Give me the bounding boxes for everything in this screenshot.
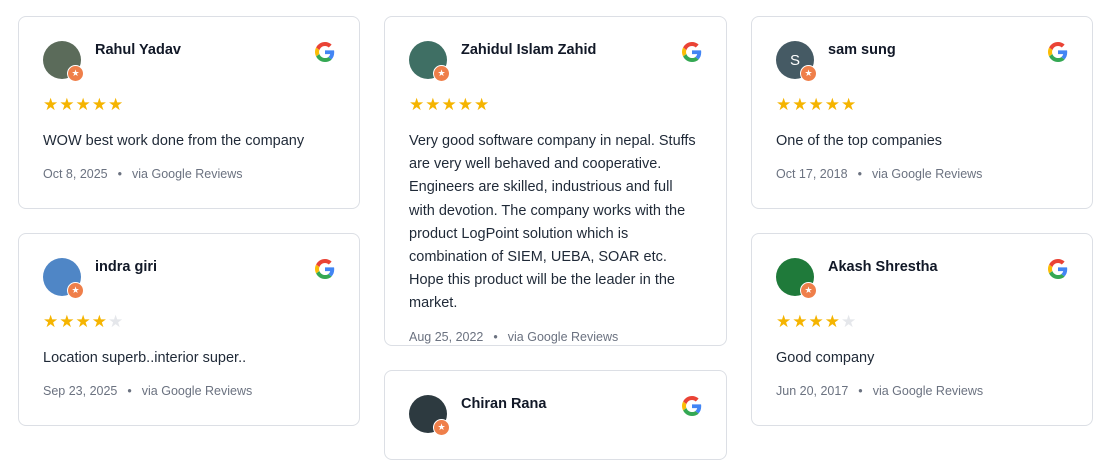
star-icon: ★ <box>808 95 824 114</box>
star-icon: ★ <box>75 312 91 331</box>
star-icon: ★ <box>824 312 840 331</box>
star-icon: ★ <box>91 95 107 114</box>
reviewer-name: Rahul Yadav <box>95 42 181 58</box>
review-source: via Google Reviews <box>872 384 984 399</box>
avatar: S ★ <box>776 41 817 82</box>
review-text: One of the top companies <box>776 133 943 149</box>
review-date: Oct 8, 2025 <box>43 167 108 182</box>
star-icon: ★ <box>75 95 91 114</box>
rating-stars: ★ ★ ★ ★ ★ <box>776 96 1068 114</box>
review-meta: Oct 17, 2018 • via Google Reviews <box>776 167 983 182</box>
google-icon <box>682 42 702 62</box>
star-icon: ★ <box>91 312 107 331</box>
star-icon: ★ <box>824 95 840 114</box>
star-icon: ★ <box>841 95 857 114</box>
reviewer-badge-icon: ★ <box>800 282 817 299</box>
reviewer-name: sam sung <box>828 42 896 58</box>
reviewer-badge-icon: ★ <box>433 419 450 436</box>
review-card: ★ Rahul Yadav ★ ★ ★ ★ ★ WOW best work done f… <box>18 16 360 209</box>
rating-stars: ★ ★ ★ ★ ★ <box>409 96 702 114</box>
avatar: ★ <box>43 41 84 82</box>
star-icon: ★ <box>59 312 75 331</box>
avatar-initial: S <box>789 51 800 69</box>
star-icon: ★ <box>59 95 75 114</box>
star-icon: ★ <box>808 312 824 331</box>
star-icon: ★ <box>43 95 59 114</box>
star-icon: ★ <box>43 312 59 331</box>
star-icon: ★ <box>776 312 792 331</box>
review-meta: Oct 8, 2025 • via Google Reviews <box>43 167 243 182</box>
reviewer-badge-icon: ★ <box>800 65 817 82</box>
avatar: ★ <box>776 258 817 299</box>
reviewer-name: indra giri <box>95 259 158 275</box>
star-icon: ★ <box>108 95 124 114</box>
star-empty-icon: ★ <box>108 312 124 331</box>
reviewer-name: Chiran Rana <box>461 396 547 412</box>
review-meta: Sep 23, 2025 • via Google Reviews <box>43 384 253 399</box>
star-icon: ★ <box>792 95 808 114</box>
review-text: Location superb..interior super.. <box>43 350 247 366</box>
review-date: Jun 20, 2017 <box>776 384 849 399</box>
reviewer-name: Akash Shrestha <box>828 259 938 275</box>
review-card: ★ indra giri ★ ★ ★ ★ ★ Location superb..inte… <box>18 233 360 426</box>
review-card: ★ Akash Shrestha ★ ★ ★ ★ ★ Good company Jun … <box>751 233 1093 426</box>
star-empty-icon: ★ <box>841 312 857 331</box>
star-icon: ★ <box>457 95 473 114</box>
google-icon <box>682 396 702 416</box>
review-source: via Google Reviews <box>871 167 983 182</box>
reviewer-badge-icon: ★ <box>67 65 84 82</box>
reviewer-name: Zahidul Islam Zahid <box>461 42 597 58</box>
rating-stars: ★ ★ ★ ★ ★ <box>776 313 1068 331</box>
review-date: Oct 17, 2018 <box>776 167 848 182</box>
review-meta: Jun 20, 2017 • via Google Reviews <box>776 384 984 399</box>
google-icon <box>315 259 335 279</box>
review-meta: Aug 25, 2022 • via Google Reviews <box>409 329 619 344</box>
avatar: ★ <box>409 41 450 82</box>
star-icon: ★ <box>409 95 425 114</box>
star-icon: ★ <box>776 95 792 114</box>
review-text: Good company <box>776 350 875 366</box>
star-icon: ★ <box>425 95 441 114</box>
review-text: Very good software company in nepal. Stu… <box>409 133 696 312</box>
avatar: ★ <box>43 258 84 299</box>
reviewer-badge-icon: ★ <box>67 282 84 299</box>
review-card: ★ Chiran Rana <box>384 370 727 460</box>
reviewer-badge-icon: ★ <box>433 65 450 82</box>
google-icon <box>1048 259 1068 279</box>
rating-stars: ★ ★ ★ ★ ★ <box>43 96 335 114</box>
avatar: ★ <box>409 395 450 436</box>
review-text: WOW best work done from the company <box>43 133 305 149</box>
review-source: via Google Reviews <box>141 384 253 399</box>
review-card: ★ Zahidul Islam Zahid ★ ★ ★ ★ ★ Very good so… <box>384 16 727 346</box>
star-icon: ★ <box>441 95 457 114</box>
google-icon <box>1048 42 1068 62</box>
review-card: S ★ sam sung ★ ★ ★ ★ ★ One of the top compan… <box>751 16 1093 209</box>
google-icon <box>315 42 335 62</box>
review-source: via Google Reviews <box>132 167 243 182</box>
rating-stars: ★ ★ ★ ★ ★ <box>43 313 335 331</box>
star-icon: ★ <box>792 312 808 331</box>
star-icon: ★ <box>474 95 490 114</box>
review-date: Sep 23, 2025 <box>43 384 118 399</box>
review-source: via Google Reviews <box>507 329 619 344</box>
review-date: Aug 25, 2022 <box>409 329 484 344</box>
